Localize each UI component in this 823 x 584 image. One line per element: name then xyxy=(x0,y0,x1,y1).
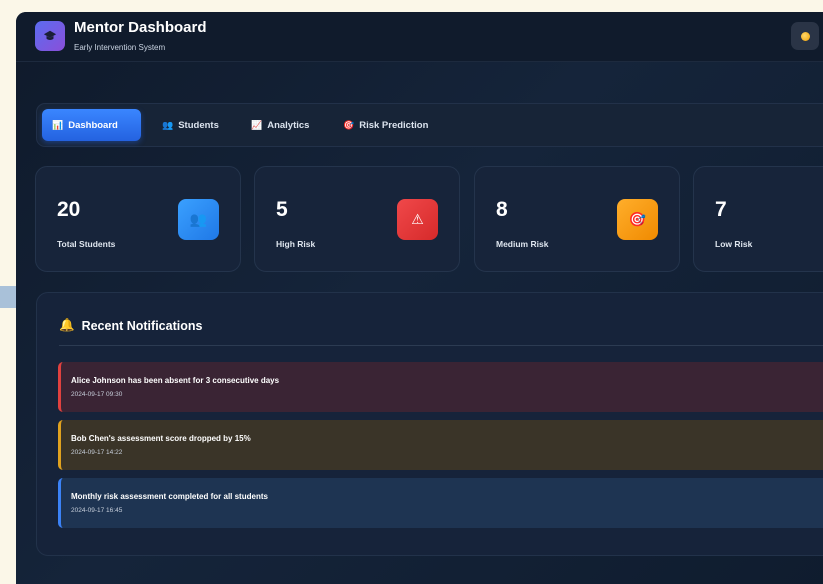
notification-time: 2024-09-17 16:45 xyxy=(71,507,123,514)
stat-label: Medium Risk xyxy=(496,239,549,249)
stat-card-total-students: 20 Total Students 👥 xyxy=(35,166,241,272)
nav-tabs: 📊 Dashboard 👥 Students 📈 Analytics 🎯 Ris… xyxy=(36,103,823,147)
notification-item-info[interactable]: Monthly risk assessment completed for al… xyxy=(58,478,823,528)
notification-message: Monthly risk assessment completed for al… xyxy=(71,492,268,501)
bar-chart-icon: 📊 xyxy=(52,119,64,130)
app-title: Mentor Dashboard xyxy=(74,19,207,36)
users-icon: 👥 xyxy=(178,199,219,240)
tab-label: Analytics xyxy=(267,119,310,131)
tab-students[interactable]: 👥 Students xyxy=(152,109,229,141)
tab-label: Dashboard xyxy=(68,119,118,131)
panel-title: 🔔 Recent Notifications xyxy=(59,318,202,333)
sun-icon xyxy=(800,31,810,41)
graduation-cap-icon xyxy=(35,21,65,51)
warning-icon: ⚠ xyxy=(397,199,438,240)
target-icon: 🎯 xyxy=(617,199,658,240)
stat-label: Low Risk xyxy=(715,239,753,249)
stat-label: High Risk xyxy=(276,239,316,249)
notification-message: Bob Chen's assessment score dropped by 1… xyxy=(71,434,251,443)
stat-card-medium-risk: 8 Medium Risk 🎯 xyxy=(474,166,680,272)
bell-icon: 🔔 xyxy=(59,318,75,332)
notifications-panel: 🔔 Recent Notifications Alice Johnson has… xyxy=(36,292,823,556)
tab-analytics[interactable]: 📈 Analytics xyxy=(241,109,319,141)
app-subtitle: Early Intervention System xyxy=(74,43,166,52)
tab-dashboard[interactable]: 📊 Dashboard xyxy=(42,109,141,141)
stat-card-high-risk: 5 High Risk ⚠ xyxy=(254,166,460,272)
notification-item-high[interactable]: Alice Johnson has been absent for 3 cons… xyxy=(58,362,823,412)
app-window: Mentor Dashboard Early Intervention Syst… xyxy=(16,12,823,584)
header: Mentor Dashboard Early Intervention Syst… xyxy=(16,12,823,62)
notification-time: 2024-09-17 14:22 xyxy=(71,449,123,456)
theme-toggle-button[interactable] xyxy=(791,22,819,50)
stat-label: Total Students xyxy=(57,239,116,249)
panel-title-text: Recent Notifications xyxy=(81,318,203,333)
stat-card-low-risk: 7 Low Risk xyxy=(693,166,823,272)
stat-value: 20 xyxy=(57,198,81,221)
notification-time: 2024-09-17 09:30 xyxy=(71,391,123,398)
tab-label: Students xyxy=(178,119,219,131)
tab-label: Risk Prediction xyxy=(359,119,429,131)
stat-value: 8 xyxy=(496,198,508,221)
stat-value: 7 xyxy=(715,198,727,221)
notification-message: Alice Johnson has been absent for 3 cons… xyxy=(71,376,280,385)
line-chart-icon: 📈 xyxy=(251,119,263,130)
stat-value: 5 xyxy=(276,198,288,221)
notification-item-medium[interactable]: Bob Chen's assessment score dropped by 1… xyxy=(58,420,823,470)
divider xyxy=(59,345,823,346)
tab-risk-prediction[interactable]: 🎯 Risk Prediction xyxy=(333,109,438,141)
users-icon: 👥 xyxy=(162,119,174,130)
target-icon: 🎯 xyxy=(343,119,355,130)
